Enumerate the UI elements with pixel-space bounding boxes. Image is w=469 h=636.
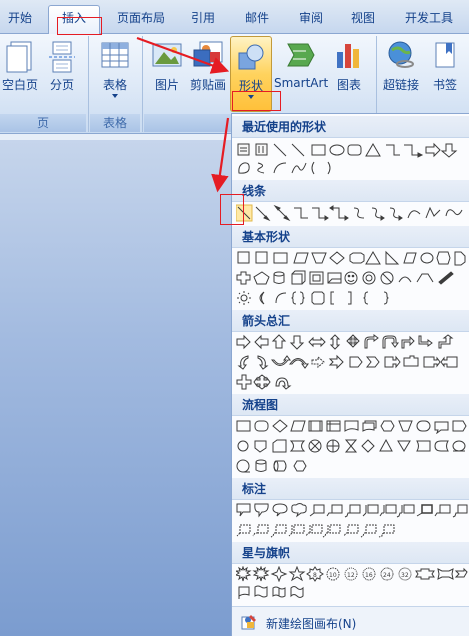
arrow-to-shapes xyxy=(136,36,230,74)
arrow-to-line-tool xyxy=(211,117,230,193)
annotation-arrows xyxy=(136,36,230,193)
